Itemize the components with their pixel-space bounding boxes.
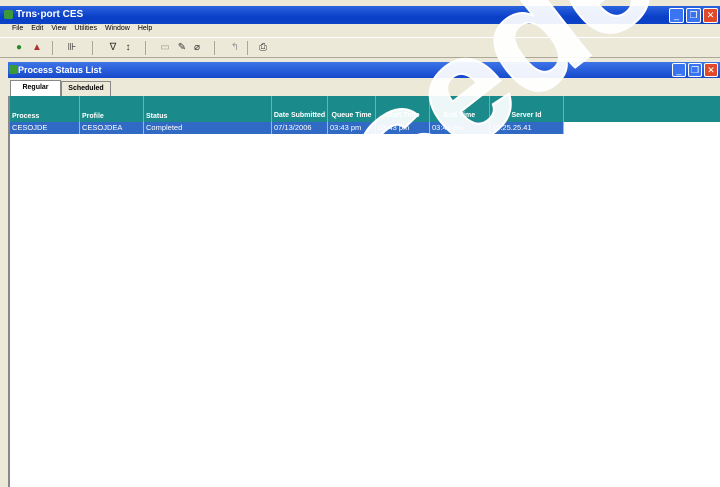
close-button[interactable]: ✕ [703,8,718,23]
child-window-title-bar[interactable]: Process Status List _ ❐ ✕ [8,62,720,78]
sort-icon[interactable]: ↕ [121,41,135,54]
child-restore-button[interactable]: ❐ [688,63,702,77]
menu-help[interactable]: Help [138,25,152,36]
chart-icon[interactable]: ▲ [30,41,44,54]
minimize-button[interactable]: _ [669,8,684,23]
cell-status: Completed [144,122,272,134]
column-header-status[interactable]: Status [144,96,272,122]
child-minimize-button[interactable]: _ [672,63,686,77]
column-header-end-time[interactable]: End Time [430,96,490,122]
tab-strip: Regular Scheduled [8,80,720,96]
child-close-button[interactable]: ✕ [704,63,718,77]
cell-server-id: 10.25.25.41 [490,122,564,134]
column-header-start-time[interactable]: Start Time [376,96,430,122]
column-header-server-id[interactable]: Server Id [490,96,564,122]
column-header-date-submitted[interactable]: Date Submitted [272,96,328,122]
table-row[interactable]: CESOJDE CESOJDEA Completed 07/13/2006 03… [10,122,564,134]
grid-header: Process Profile Status Date Submitted Qu… [10,96,720,122]
eraser-icon[interactable]: ⌀ [190,41,204,54]
menu-view[interactable]: View [51,25,66,36]
app-icon [4,10,13,19]
menu-utilities[interactable]: Utilities [74,25,97,36]
filter-icon[interactable]: ∇ [106,41,120,54]
menu-file[interactable]: File [12,25,23,36]
process-status-grid: Process Profile Status Date Submitted Qu… [8,96,720,487]
tree-icon[interactable]: ⊪ [65,41,79,54]
app-title: Trns·port CES [16,9,84,20]
cell-process: CESOJDE [10,122,80,134]
cell-start-time: 03:43 pm [376,122,430,134]
printer-icon[interactable]: ⎙ [256,41,270,54]
tab-regular[interactable]: Regular [10,80,61,96]
restore-button[interactable]: ❐ [686,8,701,23]
column-header-process[interactable]: Process [10,96,80,122]
application-window: Trns·port CES _ ❐ ✕ File Edit View Utili… [0,0,720,487]
menu-window[interactable]: Window [105,25,130,36]
tab-scheduled[interactable]: Scheduled [61,81,111,96]
app-title-bar[interactable]: Trns·port CES _ ❐ ✕ [0,6,720,24]
child-window-icon [9,65,18,74]
menu-edit[interactable]: Edit [31,25,43,36]
edit-icon[interactable]: ✎ [175,41,189,54]
folder-icon[interactable]: ▭ [158,41,172,54]
cell-profile: CESOJDEA [80,122,144,134]
child-window-title: Process Status List [18,65,102,75]
menu-bar: File Edit View Utilities Window Help [0,25,720,36]
column-header-profile[interactable]: Profile [80,96,144,122]
column-header-queue-time[interactable]: Queue Time [328,96,376,122]
green-arrow-icon[interactable]: ● [12,41,26,54]
cell-queue-time: 03:43 pm [328,122,376,134]
toolbar: ● ▲ ⊪ ∇ ↕ ▭ ✎ ⌀ ↰ ⎙ [0,37,720,58]
cell-end-time: 03:44 pm [430,122,490,134]
cell-date-submitted: 07/13/2006 [272,122,328,134]
help-icon[interactable]: ↰ [228,41,242,54]
